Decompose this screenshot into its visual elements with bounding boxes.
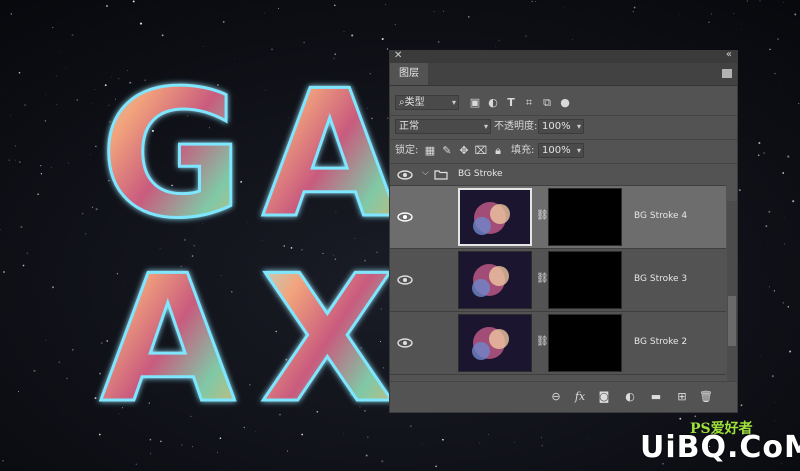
watermark-domain: UiBQ.CoM [640,430,800,465]
link-icon[interactable]: ⛓ [536,336,549,347]
layer-name: BG Stroke 2 [634,337,688,347]
filter-toggle-icon[interactable]: ● [558,95,572,110]
lock-label: 锁定: [395,145,419,156]
add-mask-icon[interactable]: ◙ [596,390,612,403]
shape-filter-icon[interactable]: ⌗ [522,95,536,110]
fill-value: 100% [542,145,571,156]
folder-icon[interactable]: ▬ [648,390,664,403]
new-layer-icon[interactable]: ⊞ [674,390,690,403]
layer-row[interactable]: ⛓ BG Stroke 2 [390,312,726,375]
chevron-down-icon: ▾ [576,122,581,131]
link-icon[interactable]: ⛓ [536,273,549,284]
eye-icon[interactable] [397,212,413,222]
layer-mask-thumbnail[interactable] [548,251,622,309]
layer-group-row[interactable]: ⌵ BG Stroke [390,164,726,186]
lock-position-icon[interactable]: ✥ [457,143,471,158]
layer-row-selected[interactable]: ⛓ BG Stroke 4 [390,186,726,249]
letter-x: X [260,239,395,442]
link-layers-icon[interactable]: ⊖ [548,390,564,403]
layer-mask-thumbnail[interactable] [548,188,622,246]
adjustment-filter-icon[interactable]: ◐ [486,95,500,110]
panel-footer: ⊖ fx ◙ ◐ ▬ ⊞ 🗑︎ [390,381,737,412]
panel-menu-icon[interactable] [722,69,732,78]
scrollbar-thumb[interactable] [728,296,736,346]
layers-panel: ✕ « 图层 ⌕类型 ▾ ▣ ◐ T ⌗ ⧉ ● 正常 ▾ 不透明度: 100%… [389,49,738,413]
panel-titlebar: ✕ « [390,49,737,63]
letter-g: G [100,54,244,257]
lock-all-icon[interactable]: 🔒︎ [491,143,505,158]
link-icon[interactable]: ⛓ [536,210,549,221]
type-filter-icon[interactable]: T [504,95,518,110]
trash-icon[interactable]: 🗑︎ [698,390,714,403]
fill-label: 填充: [511,145,535,156]
layer-thumbnail[interactable] [458,251,532,309]
fill-input[interactable]: 100% ▾ [538,143,584,158]
folder-icon [434,170,448,180]
collapse-icon[interactable]: « [726,49,732,60]
layer-thumbnail[interactable] [458,314,532,372]
opacity-label: 不透明度: [494,121,538,132]
filter-row: ⌕类型 ▾ ▣ ◐ T ⌗ ⧉ ● [390,93,737,113]
letter-a-bottom: A [100,239,235,442]
eye-icon[interactable] [397,338,413,348]
close-icon[interactable]: ✕ [394,50,402,61]
divider [390,115,737,116]
layer-row[interactable]: ⛓ BG Stroke 3 [390,249,726,312]
scrollbar[interactable] [727,201,737,381]
fx-icon[interactable]: fx [572,390,588,403]
layer-name: BG Stroke 3 [634,274,688,284]
lock-row: 锁定: ▦ ✎ ✥ ⌧ 🔒︎ 填充: 100% ▾ [390,141,737,161]
adjustment-layer-icon[interactable]: ◐ [622,390,638,403]
group-name: BG Stroke [458,169,503,179]
tab-layers[interactable]: 图层 [390,63,428,85]
screenshot-stage: G A A X ✕ « 图层 ⌕类型 ▾ ▣ ◐ T ⌗ ⧉ ● 正常 ▾ 不透… [0,0,800,471]
blend-row: 正常 ▾ 不透明度: 100% ▾ [390,117,737,137]
chevron-down-icon: ▾ [576,146,581,155]
eye-icon[interactable] [397,275,413,285]
kind-filter-label: 类型 [404,97,425,108]
image-filter-icon[interactable]: ▣ [468,95,482,110]
layer-mask-thumbnail[interactable] [548,314,622,372]
chevron-down-icon[interactable]: ⌵ [422,168,429,178]
opacity-value: 100% [542,121,571,132]
layer-thumbnail[interactable] [458,188,532,246]
blend-mode-value: 正常 [399,121,419,132]
blend-mode-select[interactable]: 正常 ▾ [395,119,491,134]
panel-tabbar: 图层 [390,63,737,86]
lock-artboard-icon[interactable]: ⌧ [474,143,488,158]
lock-transparent-icon[interactable]: ▦ [423,143,437,158]
chevron-down-icon: ▾ [451,98,456,107]
chevron-down-icon: ▾ [483,122,488,131]
opacity-input[interactable]: 100% ▾ [538,119,584,134]
kind-filter-select[interactable]: ⌕类型 ▾ [395,95,459,110]
lock-image-icon[interactable]: ✎ [440,143,454,158]
divider [390,139,737,140]
smart-object-filter-icon[interactable]: ⧉ [540,95,554,110]
layer-name: BG Stroke 4 [634,211,688,221]
eye-icon[interactable] [397,170,413,180]
letter-a-top: A [262,54,397,257]
